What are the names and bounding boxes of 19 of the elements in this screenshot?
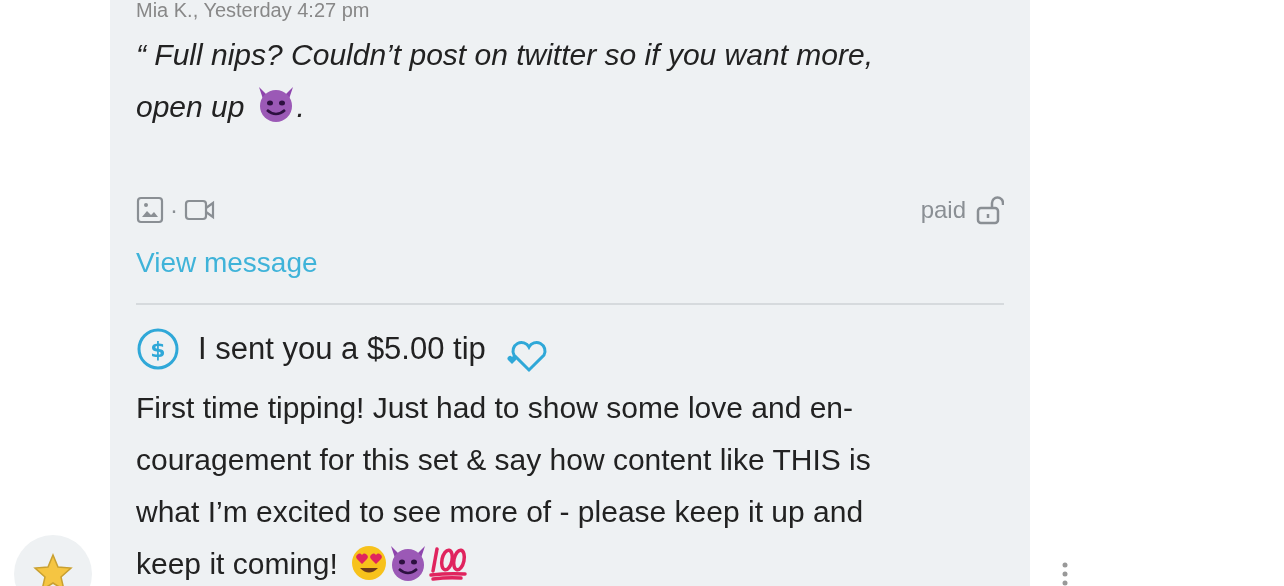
- dollar-coin-icon: $: [136, 327, 180, 371]
- tip-message: First time tipping! Just had to show some love and en-: [136, 389, 853, 426]
- tip-message: what I’m excited to see more of - please keep it up and: [136, 493, 864, 530]
- view-message-link[interactable]: View message: [136, 243, 318, 283]
- sender-line: Mia K., Yesterday 4:27 pm: [136, 0, 370, 20]
- heart-eyes-icon: [349, 544, 388, 582]
- price-label: paid: [920, 195, 966, 225]
- tip-message: couragement for this set & say how content like THIS is: [136, 441, 871, 478]
- video-camera-icon: [184, 198, 216, 222]
- more-options-icon[interactable]: [1060, 562, 1070, 586]
- message-quote: open up: [136, 88, 245, 125]
- image-icon: [136, 196, 164, 224]
- hundred-points-icon: [427, 544, 468, 582]
- tip-message: keep it coming!: [136, 545, 338, 582]
- message-quote: “ Full nips? Couldn’t post on twitter so if you want more,: [136, 36, 873, 73]
- star-icon: [33, 553, 73, 586]
- message-quote: .: [296, 88, 305, 125]
- tip-title: I sent you a $5.00 tip: [198, 329, 486, 368]
- separator-dot: ·: [170, 195, 178, 225]
